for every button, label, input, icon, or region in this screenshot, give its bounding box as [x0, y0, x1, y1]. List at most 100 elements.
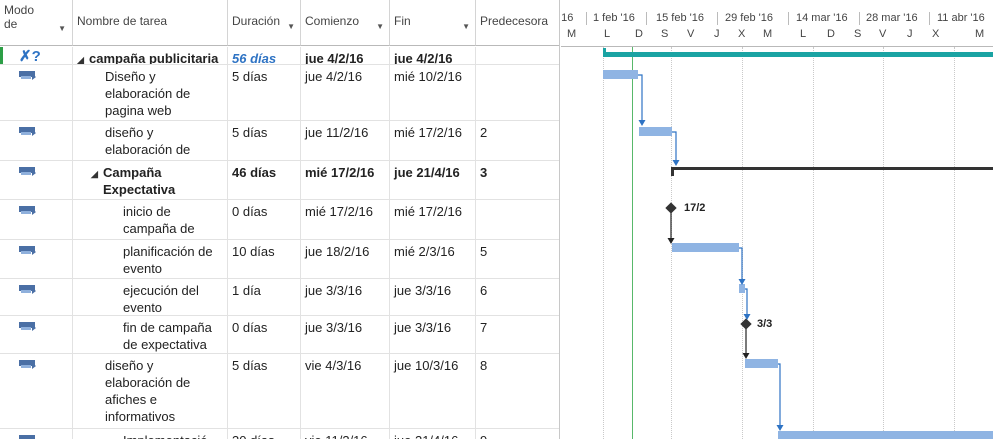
- task-mode-cell: [0, 240, 73, 278]
- column-header-duration[interactable]: Duración ▼: [228, 0, 301, 46]
- task-auto-schedule-icon: [19, 435, 36, 439]
- task-end[interactable]: mié 10/2/16: [390, 65, 476, 120]
- task-auto-schedule-icon: [19, 206, 36, 215]
- task-start[interactable]: mié 17/2/16: [301, 161, 390, 199]
- task-name[interactable]: inicio de campaña de: [73, 200, 228, 239]
- task-start[interactable]: jue 4/2/16: [301, 47, 390, 64]
- column-header-mode-label: Modo de: [4, 3, 35, 31]
- chevron-down-icon[interactable]: ▼: [376, 22, 384, 31]
- task-name-cell[interactable]: ◢ campaña publicitaria: [73, 47, 228, 64]
- task-mode-cell: [0, 121, 73, 160]
- triangle-collapse-icon[interactable]: ◢: [77, 52, 89, 64]
- column-header-end-label: Fin: [394, 14, 411, 28]
- task-auto-schedule-icon: [19, 322, 36, 331]
- task-name[interactable]: planificación de evento: [73, 240, 228, 278]
- task-duration[interactable]: 10 días: [228, 240, 301, 278]
- task-auto-schedule-icon: [19, 285, 36, 294]
- task-end[interactable]: jue 3/3/16: [390, 279, 476, 315]
- task-end[interactable]: mié 2/3/16: [390, 240, 476, 278]
- task-mode-cell: [0, 279, 73, 315]
- table-row[interactable]: diseño y elaboración de afiches e inform…: [0, 354, 559, 429]
- task-start[interactable]: jue 3/3/16: [301, 279, 390, 315]
- task-predecessor[interactable]: 9: [476, 429, 559, 439]
- task-predecessor[interactable]: [476, 65, 559, 120]
- task-auto-schedule-icon: [19, 360, 36, 369]
- task-duration[interactable]: 5 días: [228, 65, 301, 120]
- task-duration[interactable]: 30 días: [228, 429, 301, 439]
- task-predecessor[interactable]: 5: [476, 240, 559, 278]
- dependency-links: [638, 74, 784, 431]
- table-row[interactable]: Diseño y elaboración de pagina web 5 día…: [0, 65, 559, 121]
- task-predecessor[interactable]: 7: [476, 316, 559, 353]
- task-end[interactable]: jue 21/4/16: [390, 161, 476, 199]
- task-mode-cell: [0, 316, 73, 353]
- task-duration[interactable]: 0 días: [228, 316, 301, 353]
- task-predecessor[interactable]: 8: [476, 354, 559, 428]
- task-sheet: Modo de ▼ Nombre de tarea Duración ▼ Com…: [0, 0, 560, 439]
- task-predecessor[interactable]: [476, 200, 559, 239]
- task-mode-cell: [0, 161, 73, 199]
- task-predecessor[interactable]: [476, 47, 559, 64]
- task-name[interactable]: diseño y elaboración de afiches e inform…: [73, 354, 228, 428]
- task-name[interactable]: Implementació: [73, 429, 228, 439]
- task-mode-cell: [0, 354, 73, 428]
- column-header-predecessors[interactable]: Predecesora: [476, 0, 559, 46]
- table-row[interactable]: diseño y elaboración de 5 días jue 11/2/…: [0, 121, 559, 161]
- task-name-cell[interactable]: ◢ Campaña Expectativa: [73, 161, 228, 199]
- table-row[interactable]: planificación de evento 10 días jue 18/2…: [0, 240, 559, 279]
- task-start[interactable]: jue 4/2/16: [301, 65, 390, 120]
- column-header-name-label: Nombre de tarea: [77, 14, 168, 28]
- task-mode-cell: [0, 65, 73, 120]
- task-start[interactable]: jue 11/2/16: [301, 121, 390, 160]
- triangle-collapse-icon[interactable]: ◢: [91, 166, 103, 183]
- table-row[interactable]: ejecución del evento 1 día jue 3/3/16 ju…: [0, 279, 559, 316]
- column-header-end[interactable]: Fin ▼: [390, 0, 476, 46]
- chevron-down-icon[interactable]: ▼: [462, 22, 470, 31]
- task-auto-schedule-icon: [19, 167, 36, 176]
- column-header-start[interactable]: Comienzo ▼: [301, 0, 390, 46]
- column-header-name[interactable]: Nombre de tarea: [73, 0, 228, 46]
- task-end[interactable]: jue 21/4/16: [390, 429, 476, 439]
- task-duration[interactable]: 1 día: [228, 279, 301, 315]
- task-end[interactable]: jue 4/2/16: [390, 47, 476, 64]
- column-header-start-label: Comienzo: [305, 14, 360, 28]
- task-duration[interactable]: 0 días: [228, 200, 301, 239]
- task-mode-cell: ✗?: [0, 47, 73, 64]
- table-row[interactable]: ◢ Campaña Expectativa 46 días mié 17/2/16…: [0, 161, 559, 200]
- task-mode-cell: [0, 429, 73, 439]
- task-predecessor[interactable]: 2: [476, 121, 559, 160]
- task-end[interactable]: mié 17/2/16: [390, 200, 476, 239]
- table-row[interactable]: inicio de campaña de 0 días mié 17/2/16 …: [0, 200, 559, 240]
- column-header-duration-label: Duración: [232, 14, 281, 28]
- table-row[interactable]: Implementació 30 días vie 11/3/16 jue 21…: [0, 429, 559, 439]
- table-row[interactable]: ✗? ◢ campaña publicitaria 56 días jue 4/2…: [0, 47, 559, 65]
- chevron-down-icon[interactable]: ▼: [287, 22, 295, 31]
- task-duration[interactable]: 46 días: [228, 161, 301, 199]
- task-name[interactable]: ejecución del evento: [73, 279, 228, 315]
- column-header-predecessors-label: Predecesora: [480, 14, 549, 28]
- task-auto-schedule-icon: [19, 127, 36, 136]
- task-start[interactable]: jue 3/3/16: [301, 316, 390, 353]
- task-name[interactable]: fin de campaña de expectativa: [73, 316, 228, 353]
- task-start[interactable]: vie 4/3/16: [301, 354, 390, 428]
- task-duration[interactable]: 5 días: [228, 354, 301, 428]
- table-row[interactable]: fin de campaña de expectativa 0 días jue…: [0, 316, 559, 354]
- task-end[interactable]: jue 10/3/16: [390, 354, 476, 428]
- task-predecessor[interactable]: 3: [476, 161, 559, 199]
- task-start[interactable]: vie 11/3/16: [301, 429, 390, 439]
- task-duration[interactable]: 5 días: [228, 121, 301, 160]
- task-end[interactable]: jue 3/3/16: [390, 316, 476, 353]
- task-duration[interactable]: 56 días: [228, 47, 301, 64]
- task-name[interactable]: diseño y elaboración de: [73, 121, 228, 160]
- task-name[interactable]: Diseño y elaboración de pagina web: [73, 65, 228, 120]
- task-end[interactable]: mié 17/2/16: [390, 121, 476, 160]
- task-start[interactable]: mié 17/2/16: [301, 200, 390, 239]
- task-start[interactable]: jue 18/2/16: [301, 240, 390, 278]
- chevron-down-icon[interactable]: ▼: [58, 22, 66, 36]
- column-header-mode[interactable]: Modo de ▼: [0, 0, 73, 46]
- task-mode-cell: [0, 200, 73, 239]
- task-predecessor[interactable]: 6: [476, 279, 559, 315]
- gantt-chart[interactable]: '16 1 feb '16 15 feb '16 29 feb '16 14 m…: [561, 0, 993, 439]
- task-name: Campaña Expectativa: [103, 165, 176, 197]
- task-auto-schedule-icon: [19, 246, 36, 255]
